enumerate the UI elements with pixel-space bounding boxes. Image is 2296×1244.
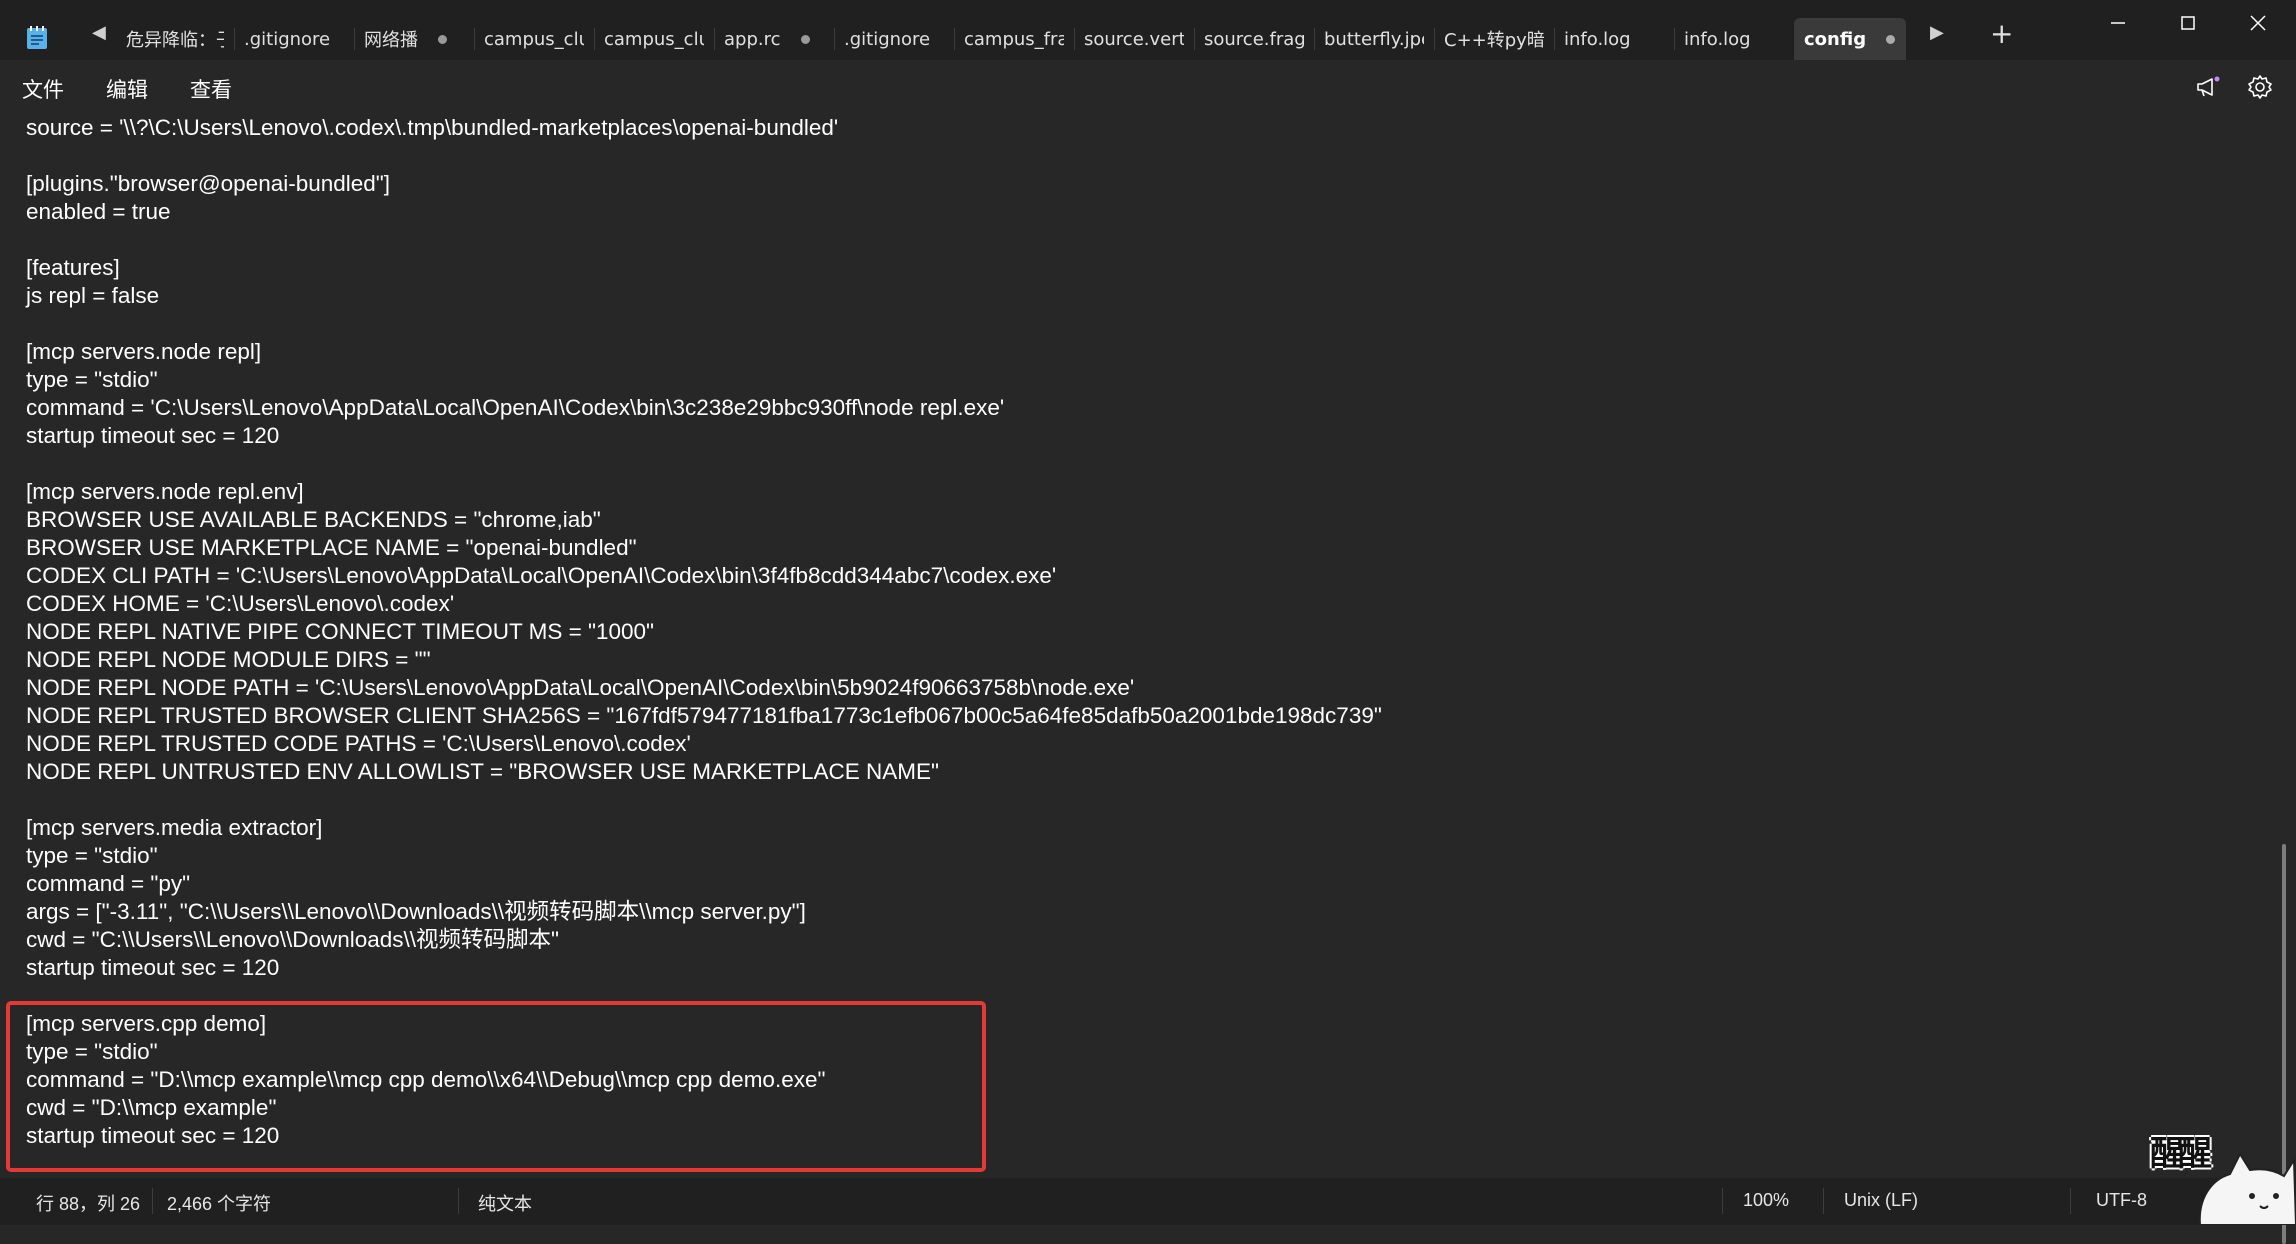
- maximize-button[interactable]: [2168, 8, 2208, 38]
- line-ending[interactable]: Unix (LF): [1844, 1190, 1918, 1211]
- close-icon: [2250, 15, 2266, 31]
- code-line[interactable]: startup timeout sec = 120: [26, 422, 1382, 450]
- code-line[interactable]: command = 'C:\Users\Lenovo\AppData\Local…: [26, 394, 1382, 422]
- highlight-box-annotation: [6, 1001, 986, 1172]
- tab-label: source.frag: [1204, 28, 1304, 50]
- code-line[interactable]: NODE REPL NODE MODULE DIRS = "": [26, 646, 1382, 674]
- status-divider: [152, 1188, 153, 1214]
- code-line[interactable]: [mcp servers.node repl.env]: [26, 478, 1382, 506]
- code-line[interactable]: [mcp servers.media extractor]: [26, 814, 1382, 842]
- menu-file[interactable]: 文件: [22, 74, 64, 104]
- zoom-level[interactable]: 100%: [1743, 1190, 1789, 1211]
- document-format[interactable]: 纯文本: [478, 1190, 532, 1216]
- unsaved-dot-icon[interactable]: [1886, 34, 1896, 44]
- scroll-tabs-right-icon[interactable]: ▶: [1930, 22, 1944, 43]
- tab-label: butterfly.jpeg: [1324, 28, 1424, 50]
- menu-bar: 文件 编辑 查看: [0, 60, 2296, 114]
- code-line[interactable]: args = ["-3.11", "C:\\Users\\Lenovo\\Dow…: [26, 898, 1382, 926]
- code-line[interactable]: BROWSER USE MARKETPLACE NAME = "openai-b…: [26, 534, 1382, 562]
- maximize-icon: [2181, 16, 2195, 30]
- tab-label: info.log: [1684, 28, 1751, 50]
- tab-label: C++转py暗玩: [1444, 30, 1544, 51]
- code-line[interactable]: startup timeout sec = 120: [26, 954, 1382, 982]
- notepad-app-icon: [27, 26, 47, 49]
- code-line[interactable]: enabled = true: [26, 198, 1382, 226]
- unsaved-dot-icon[interactable]: [800, 34, 810, 44]
- text-editor[interactable]: source = '\\?\C:\Users\Lenovo\.codex\.tm…: [0, 114, 2296, 1244]
- tab-item[interactable]: .gitignore: [834, 18, 954, 60]
- status-divider: [2070, 1188, 2071, 1214]
- status-divider: [1823, 1188, 1824, 1214]
- tab-label: campus_club: [484, 28, 584, 50]
- code-line[interactable]: CODEX CLI PATH = 'C:\Users\Lenovo\AppDat…: [26, 562, 1382, 590]
- tab-item[interactable]: 网络播: [354, 18, 474, 60]
- code-line[interactable]: NODE REPL TRUSTED BROWSER CLIENT SHA256S…: [26, 702, 1382, 730]
- code-line[interactable]: command = "py": [26, 870, 1382, 898]
- code-line[interactable]: type = "stdio": [26, 366, 1382, 394]
- tab-label: campus_club: [604, 28, 704, 50]
- code-line[interactable]: source = '\\?\C:\Users\Lenovo\.codex\.tm…: [26, 114, 1382, 142]
- tab-item[interactable]: campus_fran: [954, 18, 1074, 60]
- code-line[interactable]: [26, 786, 1382, 814]
- character-count: 2,466 个字符: [167, 1194, 272, 1214]
- tab-item[interactable]: .gitignore: [234, 18, 354, 60]
- tab-label: 危异降临：子: [126, 30, 224, 51]
- tab-label: config: [1804, 28, 1867, 50]
- unsaved-dot-icon[interactable]: [438, 34, 447, 44]
- tab-item[interactable]: butterfly.jpeg: [1314, 18, 1434, 60]
- tab-item[interactable]: info.log: [1554, 18, 1674, 60]
- code-line[interactable]: [26, 226, 1382, 254]
- code-line[interactable]: cwd = "C:\\Users\\Lenovo\\Downloads\\视频转…: [26, 926, 1382, 954]
- code-line[interactable]: NODE REPL NODE PATH = 'C:\Users\Lenovo\A…: [26, 674, 1382, 702]
- cursor-position[interactable]: 行 88，列 26: [36, 1190, 140, 1216]
- watermark-text: 醒醒: [2150, 1134, 2212, 1174]
- tab-label: campus_fran: [964, 28, 1064, 50]
- editor-text[interactable]: source = '\\?\C:\Users\Lenovo\.codex\.tm…: [26, 114, 1382, 1150]
- tab-label: 网络播: [364, 30, 418, 51]
- minimize-icon: [2111, 22, 2125, 24]
- code-line[interactable]: js repl = false: [26, 282, 1382, 310]
- tab-item[interactable]: 危异降临：子: [116, 18, 234, 60]
- code-line[interactable]: [features]: [26, 254, 1382, 282]
- tab-label: info.log: [1564, 28, 1631, 50]
- tab-item[interactable]: C++转py暗玩: [1434, 18, 1554, 60]
- status-bar: 行 88，列 26 2,466 个字符 纯文本 100% Unix (LF) U…: [0, 1178, 2296, 1225]
- tab-item[interactable]: config: [1794, 18, 1906, 60]
- tab-label: source.vert: [1084, 28, 1184, 50]
- settings-gear-icon[interactable]: [2246, 73, 2274, 101]
- scroll-tabs-left-icon[interactable]: ◀: [92, 22, 106, 43]
- code-line[interactable]: type = "stdio": [26, 842, 1382, 870]
- new-tab-button[interactable]: +: [1990, 20, 2013, 48]
- code-line[interactable]: [26, 450, 1382, 478]
- code-line[interactable]: NODE REPL UNTRUSTED ENV ALLOWLIST = "BRO…: [26, 758, 1382, 786]
- tab-label: .gitignore: [244, 28, 331, 50]
- code-line[interactable]: NODE REPL TRUSTED CODE PATHS = 'C:\Users…: [26, 730, 1382, 758]
- tab-item[interactable]: app.rc: [714, 18, 834, 60]
- status-divider: [1722, 1188, 1723, 1214]
- tab-item[interactable]: source.vert: [1074, 18, 1194, 60]
- tab-item[interactable]: campus_club: [594, 18, 714, 60]
- code-line[interactable]: NODE REPL NATIVE PIPE CONNECT TIMEOUT MS…: [26, 618, 1382, 646]
- encoding[interactable]: UTF-8: [2096, 1190, 2147, 1211]
- minimize-button[interactable]: [2098, 8, 2138, 38]
- close-window-button[interactable]: [2238, 8, 2278, 38]
- code-line[interactable]: [26, 142, 1382, 170]
- tab-label: .gitignore: [844, 28, 931, 50]
- tab-item[interactable]: info.log: [1674, 18, 1794, 60]
- code-line[interactable]: [plugins."browser@openai-bundled"]: [26, 170, 1382, 198]
- tab-label: app.rc: [724, 28, 781, 50]
- announcement-icon[interactable]: [2194, 73, 2222, 101]
- menu-edit[interactable]: 编辑: [106, 74, 148, 104]
- code-line[interactable]: [26, 310, 1382, 338]
- code-line[interactable]: [mcp servers.node repl]: [26, 338, 1382, 366]
- menu-view[interactable]: 查看: [190, 74, 232, 104]
- tab-item[interactable]: campus_club: [474, 18, 594, 60]
- code-line[interactable]: BROWSER USE AVAILABLE BACKENDS = "chrome…: [26, 506, 1382, 534]
- tab-item[interactable]: source.frag: [1194, 18, 1314, 60]
- status-divider: [458, 1188, 459, 1214]
- tab-list: 危异降临：子 .gitignore 网络播 campus_club campus_clu…: [116, 18, 1906, 60]
- code-line[interactable]: CODEX HOME = 'C:\Users\Lenovo\.codex': [26, 590, 1382, 618]
